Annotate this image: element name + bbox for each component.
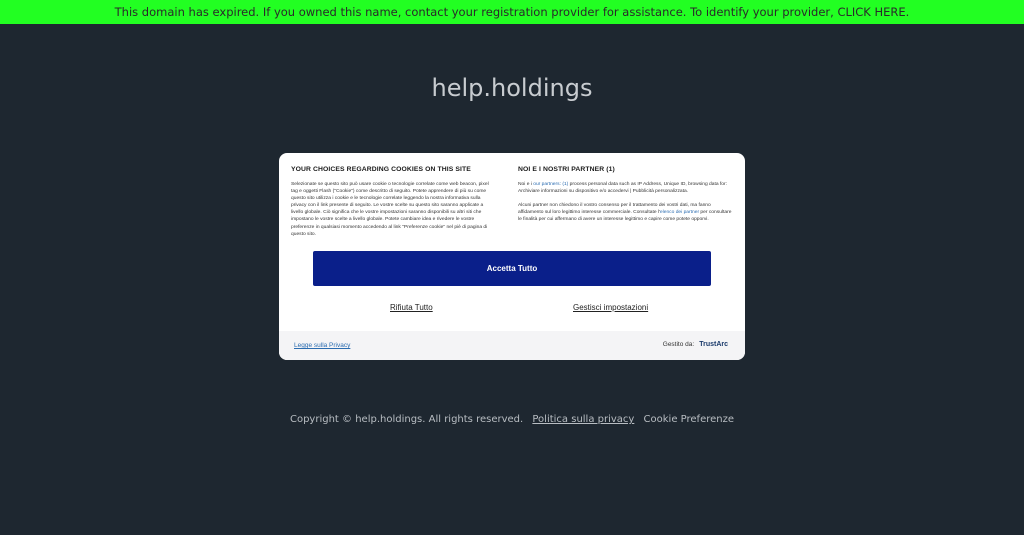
partner-list-link[interactable]: elenco dei partner: [660, 210, 699, 215]
manage-settings-button[interactable]: Gestisci impostazioni: [573, 303, 648, 312]
managed-by-label: Gestito da:: [662, 341, 695, 348]
reject-all-button[interactable]: Rifiuta Tutto: [390, 303, 433, 312]
cookie-preferences-link[interactable]: Cookie Preferenze: [644, 414, 734, 425]
site-title: help.holdings: [431, 74, 593, 102]
expired-domain-banner-text[interactable]: This domain has expired. If you owned th…: [115, 5, 910, 19]
cookie-consent-dialog: YOUR CHOICES REGARDING COOKIES ON THIS S…: [279, 153, 745, 360]
privacy-policy-link[interactable]: Politica sulla privacy: [532, 414, 634, 425]
copyright-text: Copyright © help.holdings. All rights re…: [289, 414, 524, 425]
privacy-law-link[interactable]: Legge sulla Privacy: [294, 342, 350, 349]
managed-by: Gestito da: TrustArc: [663, 341, 728, 348]
our-partners-link[interactable]: our partners: (1): [533, 182, 568, 187]
cookie-dialog-footer: Legge sulla Privacy Gestito da: TrustArc: [279, 331, 745, 360]
partners-column: NOI E I NOSTRI PARTNER (1) Noi e i our p…: [518, 166, 733, 223]
page-footer: Copyright © help.holdings. All rights re…: [0, 414, 1024, 425]
partners-p1-pre: Noi e i: [518, 182, 534, 187]
expired-domain-banner[interactable]: This domain has expired. If you owned th…: [0, 0, 1024, 24]
trustarc-logo[interactable]: TrustArc: [699, 341, 728, 348]
partners-heading: NOI E I NOSTRI PARTNER (1): [518, 166, 615, 173]
partners-paragraph-2: Alcuni partner non chiedono il vostro co…: [518, 202, 733, 223]
accept-all-button[interactable]: Accetta Tutto: [313, 251, 711, 286]
partners-paragraph-1: Noi e i our partners: (1) process person…: [518, 181, 733, 195]
cookie-choices-column: YOUR CHOICES REGARDING COOKIES ON THIS S…: [291, 166, 496, 238]
cookie-choices-body: Selezionate se questo sito può usare coo…: [291, 182, 489, 237]
cookie-choices-heading: YOUR CHOICES REGARDING COOKIES ON THIS S…: [291, 166, 471, 173]
